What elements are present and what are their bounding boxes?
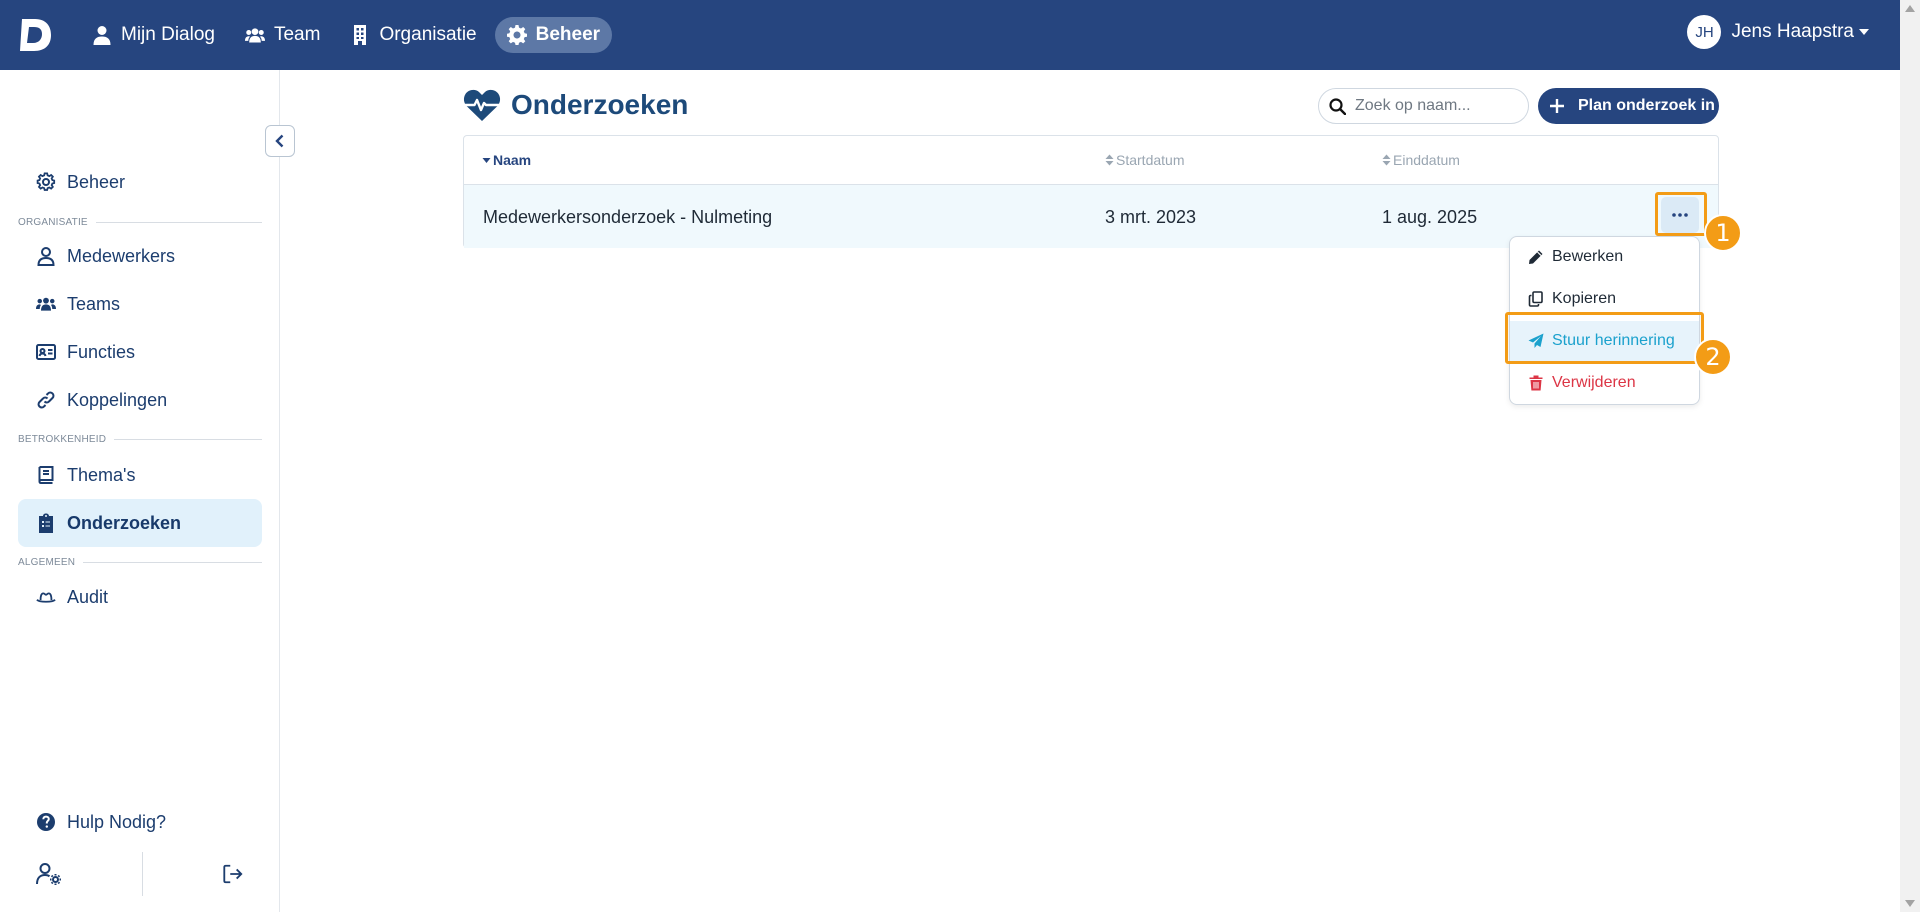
user-name: Jens Haapstra <box>1731 21 1854 42</box>
scroll-down-arrow[interactable] <box>1905 900 1915 907</box>
sidebar-item-label: Teams <box>67 293 121 314</box>
plan-survey-button[interactable]: Plan onderzoek in <box>1538 88 1719 124</box>
logout-button[interactable] <box>222 863 246 887</box>
surveys-table: Naam Startdatum Einddatum Medewerkersond… <box>463 135 1719 248</box>
menu-item-verwijderen[interactable]: Verwijderen <box>1510 363 1699 403</box>
menu-label: Verwijderen <box>1552 374 1636 391</box>
sidebar-item-label: Onderzoeken <box>67 512 182 533</box>
building-icon <box>354 25 367 45</box>
user-cog-icon <box>36 863 61 885</box>
plan-button-label: Plan onderzoek in <box>1578 97 1715 114</box>
column-header-einddatum[interactable]: Einddatum <box>1382 152 1460 168</box>
table-header: Naam Startdatum Einddatum <box>464 136 1718 185</box>
collapse-sidebar-button[interactable] <box>265 125 295 157</box>
sort-icon <box>1105 154 1114 166</box>
sidebar-item-label: Koppelingen <box>67 389 168 410</box>
nav-mijn-dialog[interactable]: Mijn Dialog <box>80 17 227 53</box>
help-label: Hulp Nodig? <box>67 811 167 832</box>
column-label: Startdatum <box>1116 152 1185 168</box>
page-title-wrap: Onderzoeken <box>463 88 688 122</box>
step-badge-2: 2 <box>1694 338 1732 376</box>
search-icon <box>1329 97 1346 115</box>
column-label: Naam <box>493 152 532 168</box>
search-input[interactable] <box>1355 97 1515 115</box>
page-scrollbar[interactable] <box>1900 0 1920 912</box>
sidebar-item-teams[interactable]: Teams <box>18 280 262 328</box>
clipboard-icon <box>39 513 53 533</box>
book-icon <box>38 466 54 484</box>
sidebar-item-koppelingen[interactable]: Koppelingen <box>18 376 262 424</box>
gear-icon <box>36 172 56 191</box>
gear-icon <box>506 25 527 45</box>
sidebar-item-label: Functies <box>67 341 136 362</box>
nav-label: Beheer <box>535 24 601 45</box>
copy-icon <box>1528 291 1543 307</box>
column-header-naam[interactable]: Naam <box>482 152 531 168</box>
nav-team[interactable]: Team <box>233 17 332 53</box>
question-circle-icon <box>37 813 55 831</box>
highlight-step-1 <box>1655 192 1707 236</box>
caret-down-icon <box>1859 29 1869 35</box>
users-icon <box>244 28 265 43</box>
heart-pulse-icon <box>463 89 501 121</box>
sidebar: Beheer ORGANISATIE Medewerkers Teams Fun… <box>0 70 280 912</box>
pencil-icon <box>1529 250 1543 264</box>
sort-down-icon <box>482 158 491 163</box>
section-title: ORGANISATIE <box>18 217 88 228</box>
menu-label: Kopieren <box>1552 290 1617 307</box>
sidebar-item-beheer[interactable]: Beheer <box>18 158 262 206</box>
user-settings-button[interactable] <box>36 862 62 888</box>
sidebar-item-label: Medewerkers <box>67 245 176 266</box>
sidebar-item-label: Thema's <box>67 464 136 485</box>
search-box[interactable] <box>1318 88 1529 124</box>
section-algemeen: ALGEMEEN <box>18 557 262 568</box>
nav-label: Organisatie <box>379 24 477 45</box>
bottom-divider <box>142 852 143 896</box>
sign-out-icon <box>223 864 243 884</box>
trash-icon <box>1529 375 1543 391</box>
sidebar-item-functies[interactable]: Functies <box>18 328 262 376</box>
section-organisatie: ORGANISATIE <box>18 217 262 228</box>
user-menu[interactable]: JH Jens Haapstra <box>1687 15 1870 49</box>
column-label: Einddatum <box>1393 152 1460 168</box>
cell-startdatum: 3 mrt. 2023 <box>1105 207 1197 227</box>
step-badge-1: 1 <box>1704 214 1742 252</box>
cell-einddatum: 1 aug. 2025 <box>1382 207 1478 227</box>
nav-beheer[interactable]: Beheer <box>494 17 613 53</box>
section-title: BETROKKENHEID <box>18 434 107 445</box>
user-icon <box>37 247 55 266</box>
scroll-up-arrow[interactable] <box>1905 5 1915 12</box>
nav-organisatie[interactable]: Organisatie <box>338 17 488 53</box>
section-title: ALGEMEEN <box>18 557 76 568</box>
plus-icon <box>1550 99 1564 113</box>
dialog-logo[interactable] <box>18 17 52 53</box>
user-icon <box>93 26 111 45</box>
top-navbar: Mijn Dialog Team Organisatie Beheer JH J… <box>0 0 1900 70</box>
section-betrokkenheid: BETROKKENHEID <box>18 434 262 445</box>
sidebar-item-label: Beheer <box>67 171 126 192</box>
avatar: JH <box>1687 15 1722 49</box>
cell-naam: Medewerkersonderzoek - Nulmeting <box>483 207 773 227</box>
help-link[interactable]: Hulp Nodig? <box>18 798 262 846</box>
sidebar-item-onderzoeken[interactable]: Onderzoeken <box>18 499 262 547</box>
id-card-icon <box>36 344 56 360</box>
page-title: Onderzoeken <box>511 89 689 120</box>
sidebar-item-medewerkers[interactable]: Medewerkers <box>18 232 262 280</box>
sidebar-item-audit[interactable]: Audit <box>18 573 262 621</box>
sidebar-item-themas[interactable]: Thema's <box>18 451 262 499</box>
nav-label: Mijn Dialog <box>121 24 215 45</box>
chevron-left-icon <box>275 134 284 148</box>
sort-icon <box>1382 154 1391 166</box>
link-icon <box>37 391 55 409</box>
highlight-step-2 <box>1505 312 1704 364</box>
menu-item-bewerken[interactable]: Bewerken <box>1510 237 1699 277</box>
nav-label: Team <box>273 24 321 45</box>
hat-icon <box>36 592 56 603</box>
column-header-startdatum[interactable]: Startdatum <box>1105 152 1184 168</box>
menu-label: Bewerken <box>1552 248 1624 265</box>
users-icon <box>36 297 56 311</box>
sidebar-item-label: Audit <box>67 586 109 607</box>
